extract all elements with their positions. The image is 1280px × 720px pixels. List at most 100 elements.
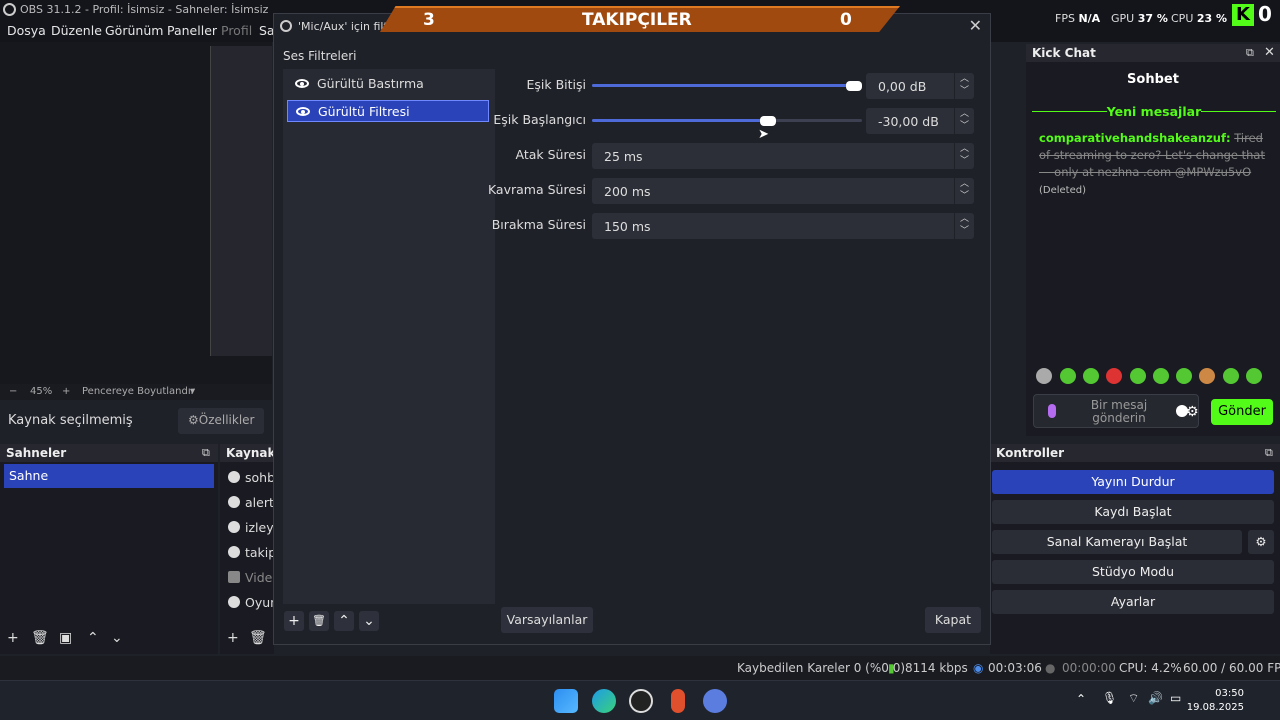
add-scene-button[interactable]: +	[7, 630, 19, 646]
emote-icon[interactable]	[1246, 368, 1262, 384]
wifi-icon[interactable]: ⌔	[1128, 691, 1139, 706]
edge-icon[interactable]	[592, 689, 616, 713]
settings-button[interactable]: Ayarlar	[992, 590, 1274, 614]
gear-icon: ⚙	[188, 413, 199, 427]
microphone-icon[interactable]: 🎙	[1102, 691, 1117, 705]
source-item[interactable]: Oyun	[228, 595, 278, 610]
emote-icon[interactable]	[1153, 368, 1169, 384]
emote-icon[interactable]	[1106, 368, 1122, 384]
scene-item[interactable]: Sahne	[4, 464, 214, 488]
move-up-button[interactable]: ⌃	[334, 611, 354, 631]
zoom-level: 45%	[30, 386, 53, 397]
move-down-button[interactable]: ⌄	[359, 611, 379, 631]
menu-docks[interactable]: Paneller	[167, 23, 217, 38]
source-item[interactable]: takip	[228, 545, 276, 560]
trash-icon[interactable]: 🗑	[309, 611, 329, 631]
new-messages-divider: Yeni mesajlar	[1032, 104, 1276, 119]
filter-list: Gürültü Bastırma Gürültü Filtresi	[283, 69, 495, 604]
battery-icon[interactable]: ▭	[1170, 691, 1181, 705]
signal-icon: ▮	[888, 661, 895, 675]
spin-arrows-icon: ︿ ﹀	[954, 108, 974, 134]
close-icon[interactable]: ✕	[1264, 45, 1275, 60]
close-threshold-label: Eşik Bitişi	[526, 77, 586, 92]
menu-profile[interactable]: Profil	[221, 23, 252, 38]
app-icon[interactable]	[703, 689, 727, 713]
properties-button[interactable]: ⚙Özellikler	[178, 408, 264, 434]
start-recording-button[interactable]: Kaydı Başlat	[992, 500, 1274, 524]
stream-icon: ◉	[973, 661, 984, 675]
sources-title: Kaynaklar	[220, 444, 274, 462]
undock-icon[interactable]: ⧉	[1246, 46, 1254, 60]
cpu-usage: CPU: 4.2%	[1119, 661, 1182, 675]
close-button[interactable]: Kapat	[925, 607, 981, 633]
source-item[interactable]: sohb	[228, 470, 275, 485]
audio-filters-heading: Ses Filtreleri	[283, 49, 357, 63]
chat-message-input[interactable]: Bir mesaj gönderin	[1033, 394, 1199, 428]
start-virtual-camera-button[interactable]: Sanal Kamerayı Başlat	[992, 530, 1242, 554]
add-filter-button[interactable]: +	[284, 611, 304, 631]
chat-username[interactable]: comparativehandshakeanzuf:	[1039, 131, 1231, 145]
source-item[interactable]: izleyi	[228, 520, 277, 535]
obs-app-icon[interactable]	[629, 689, 653, 713]
zoom-out-button[interactable]: −	[9, 386, 17, 397]
filter-icon[interactable]: ▣	[59, 630, 72, 646]
emote-icon[interactable]	[1176, 368, 1192, 384]
menu-file[interactable]: Dosya	[7, 23, 46, 38]
gear-icon[interactable]: ⚙	[1248, 530, 1274, 554]
chat-subtitle: Sohbet	[1127, 72, 1179, 87]
close-threshold-handle[interactable]	[846, 81, 862, 91]
dropped-frames: Kaybedilen Kareler 0 (%0.0)	[737, 661, 906, 675]
trash-icon[interactable]: 🗑	[31, 630, 49, 646]
emote-icon[interactable]	[1083, 368, 1099, 384]
eye-icon[interactable]	[296, 107, 310, 116]
release-spinbox[interactable]: 150 ms ︿ ﹀	[592, 213, 974, 239]
open-threshold-handle[interactable]	[759, 116, 776, 126]
fit-label[interactable]: Pencereye Boyutlandır	[82, 386, 195, 397]
filter-item[interactable]: Gürültü Bastırma	[287, 73, 489, 95]
attack-spinbox[interactable]: 25 ms ︿ ﹀	[592, 143, 974, 169]
chat-settings-gear-icon[interactable]: ⚙	[1186, 404, 1199, 420]
controls-dock: Kontroller ⧉ Yayını Durdur Kaydı Başlat …	[990, 444, 1280, 654]
undock-icon[interactable]: ⧉	[1265, 446, 1273, 460]
studio-mode-button[interactable]: Stüdyo Modu	[992, 560, 1274, 584]
move-down-button[interactable]: ⌄	[111, 630, 123, 646]
emote-bar	[1034, 368, 1274, 386]
kick-count: 0	[1258, 2, 1272, 26]
menu-view[interactable]: Görünüm	[105, 23, 163, 38]
hold-spinbox[interactable]: 200 ms ︿ ﹀	[592, 178, 974, 204]
emote-icon[interactable]	[1199, 368, 1215, 384]
undock-icon[interactable]: ⧉	[202, 446, 210, 460]
banner-title: TAKIPÇILER	[582, 10, 692, 30]
microphone-icon[interactable]	[1048, 404, 1056, 418]
move-up-button[interactable]: ⌃	[87, 630, 99, 646]
speaker-icon[interactable]: 🔊	[1148, 691, 1163, 705]
zoom-in-button[interactable]: +	[62, 386, 70, 397]
eye-icon[interactable]	[295, 79, 309, 88]
gamepad-icon	[228, 596, 240, 608]
windows-start-icon[interactable]	[554, 689, 578, 713]
chevron-up-icon[interactable]: ⌃	[1076, 692, 1086, 706]
emote-icon[interactable]	[1223, 368, 1239, 384]
filters-dialog: 'Mic/Aux' için filtreler ✕ Ses Filtreler…	[273, 13, 991, 645]
menu-edit[interactable]: Düzenle	[51, 23, 102, 38]
stop-stream-button[interactable]: Yayını Durdur	[992, 470, 1274, 494]
microphone-app-icon[interactable]	[671, 689, 685, 713]
close-icon[interactable]: ✕	[969, 16, 982, 35]
emote-icon[interactable]	[1036, 368, 1052, 384]
clock[interactable]: 03:50 19.08.2025	[1187, 687, 1244, 715]
source-item[interactable]: alert	[228, 495, 274, 510]
add-source-button[interactable]: +	[227, 630, 239, 646]
source-toolbar: Kaynak seçilmemiş ⚙Özellikler	[0, 404, 272, 438]
camera-icon	[228, 571, 240, 583]
emote-icon[interactable]	[1130, 368, 1146, 384]
close-threshold-spinbox[interactable]: 0,00 dB ︿ ﹀	[866, 73, 974, 99]
filter-item-selected[interactable]: Gürültü Filtresi	[287, 100, 489, 122]
window-title: OBS 31.1.2 - Profil: İsimsiz - Sahneler:…	[20, 3, 269, 16]
defaults-button[interactable]: Varsayılanlar	[501, 607, 593, 633]
emote-icon[interactable]	[1060, 368, 1076, 384]
chevron-down-icon[interactable]: ▾	[190, 386, 195, 397]
send-button[interactable]: Gönder	[1211, 399, 1273, 425]
open-threshold-spinbox[interactable]: -30,00 dB ︿ ﹀	[866, 108, 974, 134]
trash-icon[interactable]: 🗑	[249, 630, 267, 646]
preview-thumbnail	[210, 46, 272, 356]
